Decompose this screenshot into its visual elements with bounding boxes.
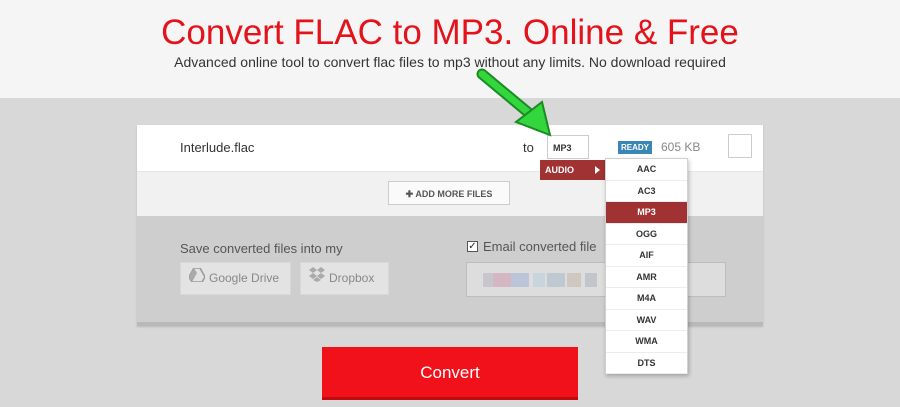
format-option-wma[interactable]: WMA bbox=[606, 331, 687, 353]
format-option-m4a[interactable]: M4A bbox=[606, 288, 687, 310]
file-size: 605 KB bbox=[661, 140, 701, 154]
audio-category-label: AUDIO bbox=[545, 165, 574, 175]
dropbox-label: Dropbox bbox=[329, 271, 375, 285]
google-drive-button[interactable]: Google Drive bbox=[180, 262, 291, 295]
status-badge: READY bbox=[618, 141, 653, 154]
add-more-files-label: ADD MORE FILES bbox=[415, 189, 493, 199]
remove-file-button[interactable] bbox=[728, 134, 752, 158]
page-subtitle: Advanced online tool to convert flac fil… bbox=[174, 54, 726, 70]
format-dropdown-list: AAC AC3 MP3 OGG AIF AMR M4A WAV WMA DTS bbox=[605, 158, 688, 374]
chevron-right-icon bbox=[595, 166, 600, 174]
google-drive-label: Google Drive bbox=[209, 271, 280, 285]
page-title: Convert FLAC to MP3. Online & Free bbox=[161, 13, 739, 52]
format-option-ogg[interactable]: OGG bbox=[606, 224, 687, 245]
annotation-arrow-icon bbox=[476, 68, 552, 137]
format-option-amr[interactable]: AMR bbox=[606, 267, 687, 288]
save-label: Save converted files into my bbox=[180, 241, 343, 256]
format-option-wav[interactable]: WAV bbox=[606, 310, 687, 331]
google-drive-icon bbox=[188, 263, 206, 294]
file-name: Interlude.flac bbox=[180, 140, 255, 155]
format-option-dts[interactable]: DTS bbox=[606, 353, 687, 374]
format-option-mp3[interactable]: MP3 bbox=[606, 202, 687, 224]
email-checkbox[interactable]: ✓ bbox=[467, 241, 478, 252]
format-option-ac3[interactable]: AC3 bbox=[606, 181, 687, 202]
format-option-aac[interactable]: AAC bbox=[606, 159, 687, 181]
add-more-files-button[interactable]: ✚ ADD MORE FILES bbox=[388, 181, 510, 205]
dropbox-button[interactable]: Dropbox bbox=[300, 262, 389, 295]
format-option-aif[interactable]: AIF bbox=[606, 245, 687, 267]
email-label: Email converted file bbox=[483, 239, 597, 254]
plus-icon: ✚ bbox=[405, 189, 416, 199]
audio-category-item[interactable]: AUDIO bbox=[540, 160, 606, 180]
wavy-divider bbox=[0, 86, 900, 100]
dropbox-icon bbox=[309, 263, 325, 294]
convert-button[interactable]: Convert bbox=[322, 347, 578, 400]
